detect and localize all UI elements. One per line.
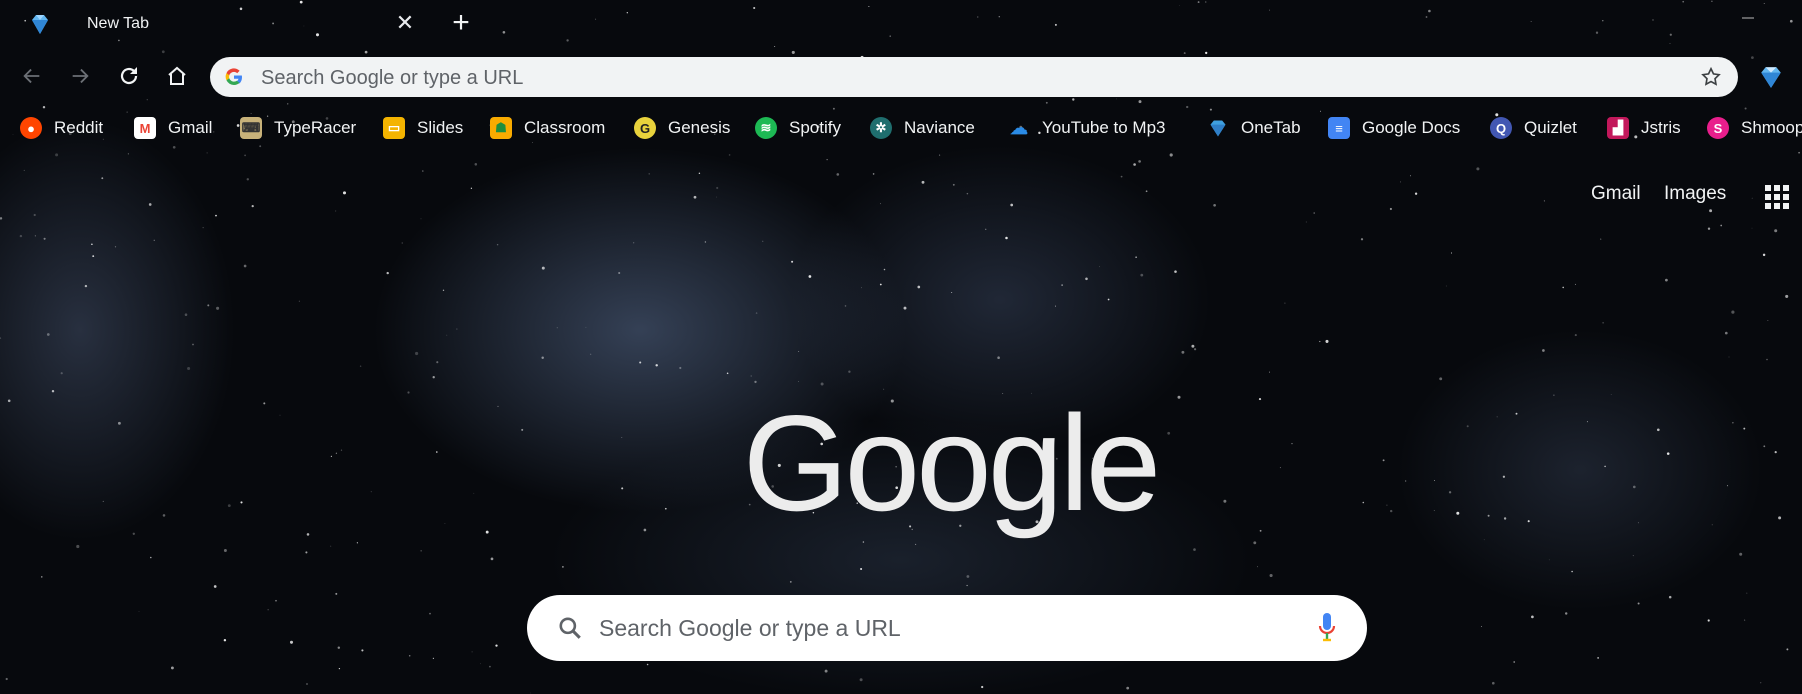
bookmark-label: Quizlet — [1524, 118, 1577, 137]
images-link[interactable]: Images — [1664, 183, 1726, 205]
bookmark-google-docs[interactable]: ≡ Google Docs — [1328, 113, 1460, 143]
google-logo: Google — [742, 387, 1162, 539]
spotify-icon: ≋ — [755, 117, 777, 139]
omnibox[interactable]: Search Google or type a URL — [210, 57, 1738, 97]
microphone-icon[interactable] — [1317, 611, 1337, 645]
bookmark-label: Slides — [417, 118, 464, 137]
onetab-icon — [1207, 117, 1229, 139]
bookmark-shmoop[interactable]: S Shmoop — [1707, 113, 1802, 143]
home-button[interactable] — [162, 61, 192, 91]
bookmark-label: Classroom — [524, 118, 606, 137]
gmail-icon: M — [134, 117, 156, 139]
reddit-icon: ● — [20, 117, 42, 139]
minimize-icon[interactable] — [1740, 10, 1756, 26]
search-placeholder: Search Google or type a URL — [599, 615, 901, 641]
shmoop-icon: S — [1707, 117, 1729, 139]
bookmark-youtube-to-mp3[interactable]: ☁ YouTube to Mp3 — [1008, 113, 1166, 143]
bookmark-quizlet[interactable]: Q Quizlet — [1490, 113, 1577, 143]
reload-button[interactable] — [114, 61, 144, 91]
genesis-icon: G — [634, 117, 656, 139]
omnibox-placeholder: Search Google or type a URL — [261, 67, 524, 89]
quizlet-icon: Q — [1490, 117, 1512, 139]
bookmark-slides[interactable]: ▭ Slides — [383, 113, 463, 143]
bookmark-label: TypeRacer — [274, 118, 357, 137]
bookmark-label: YouTube to Mp3 — [1042, 118, 1166, 137]
bookmark-label: Genesis — [668, 118, 731, 137]
search-icon — [559, 617, 581, 639]
bookmark-gmail[interactable]: M Gmail — [134, 113, 212, 143]
bookmark-label: Shmoop — [1741, 118, 1802, 137]
bookmark-label: Jstris — [1641, 118, 1681, 137]
classroom-icon: ☗ — [490, 117, 512, 139]
docs-icon: ≡ — [1328, 117, 1350, 139]
forward-arrow-icon — [72, 68, 89, 84]
back-arrow-icon — [23, 68, 40, 84]
bookmark-onetab[interactable]: OneTab — [1207, 113, 1301, 143]
back-button[interactable] — [17, 61, 47, 91]
tab-new-tab[interactable]: New Tab ✕ — [0, 0, 430, 46]
google-g-icon — [225, 68, 242, 86]
slides-icon: ▭ — [383, 117, 405, 139]
bookmark-classroom[interactable]: ☗ Classroom — [490, 113, 605, 143]
bookmark-label: Google Docs — [1362, 118, 1461, 137]
new-tab-button[interactable]: + — [448, 8, 474, 38]
bookmarks-bar: ● Reddit M Gmail ⌨ TypeRacer ▭ Slides ☗ … — [0, 108, 1802, 148]
bookmark-jstris[interactable]: ▟ Jstris — [1607, 113, 1681, 143]
toolbar: Search Google or type a URL — [0, 46, 1802, 108]
bookmark-naviance[interactable]: ✲ Naviance — [870, 113, 975, 143]
download-cloud-icon: ☁ — [1010, 117, 1028, 138]
home-icon — [168, 66, 186, 85]
typeracer-icon: ⌨ — [240, 117, 262, 139]
bookmark-reddit[interactable]: ● Reddit — [20, 113, 103, 143]
onetab-extension-icon[interactable] — [1758, 64, 1784, 90]
gmail-link[interactable]: Gmail — [1591, 183, 1641, 205]
bookmark-label: Reddit — [54, 118, 104, 137]
bookmark-label: Spotify — [789, 118, 841, 137]
bookmark-genesis[interactable]: G Genesis — [634, 113, 730, 143]
forward-button[interactable] — [65, 61, 95, 91]
onetab-diamond-icon — [32, 15, 48, 34]
reload-icon — [120, 67, 138, 85]
bookmark-label: Gmail — [168, 118, 213, 137]
close-tab-icon[interactable]: ✕ — [395, 12, 415, 34]
jstris-icon: ▟ — [1607, 117, 1629, 139]
star-bookmark-icon[interactable] — [1700, 66, 1722, 88]
tab-strip: New Tab ✕ + — [0, 0, 1802, 46]
naviance-icon: ✲ — [870, 117, 892, 139]
apps-grid-icon[interactable] — [1764, 184, 1790, 210]
tab-title: New Tab — [87, 15, 149, 32]
bookmark-label: OneTab — [1241, 118, 1301, 137]
bookmark-spotify[interactable]: ≋ Spotify — [755, 113, 841, 143]
search-box[interactable]: Search Google or type a URL — [527, 595, 1367, 661]
bookmark-typeracer[interactable]: ⌨ TypeRacer — [240, 113, 356, 143]
bookmark-label: Naviance — [904, 118, 975, 137]
